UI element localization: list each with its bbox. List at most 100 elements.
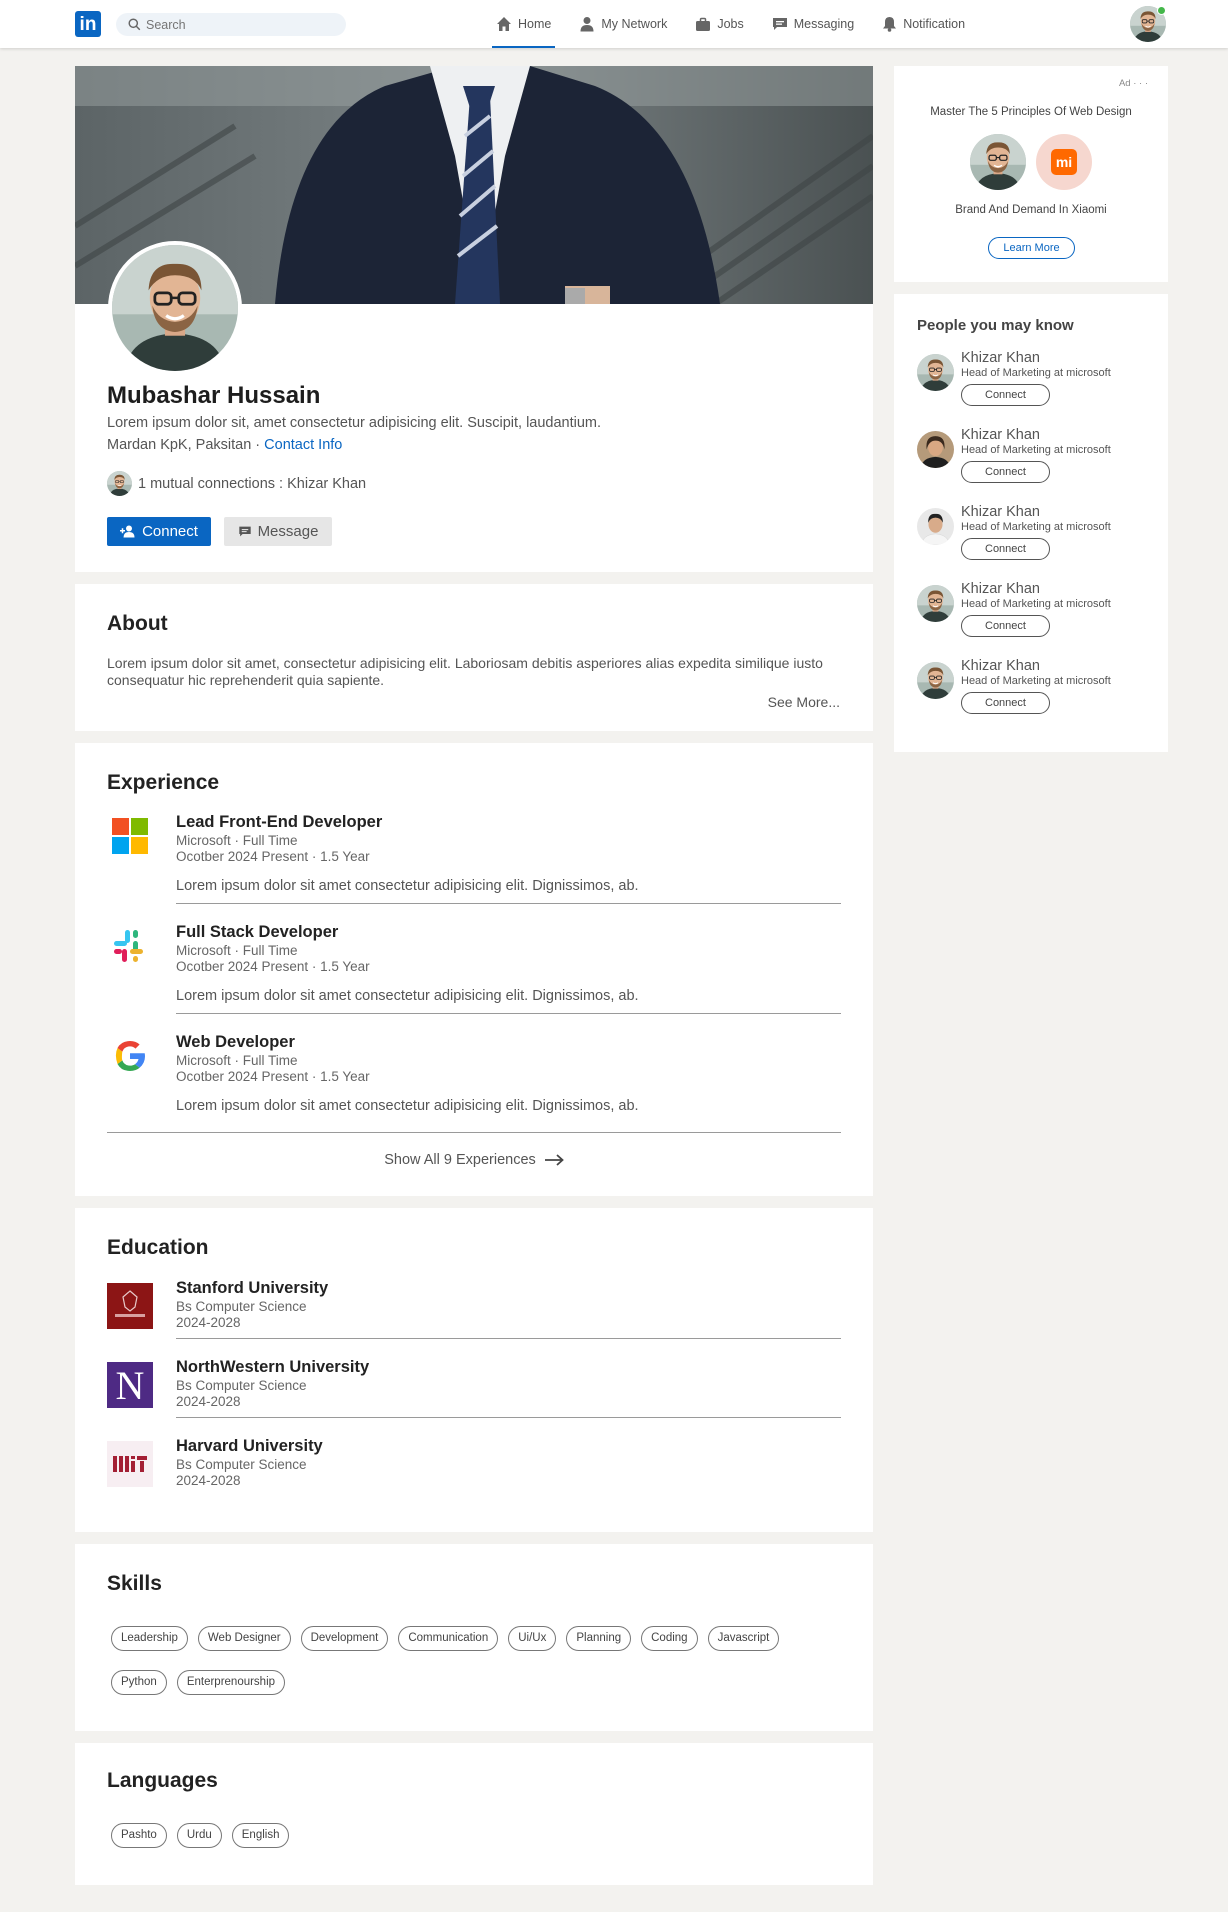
- experience-company: Microsoft · Full Time: [176, 943, 298, 958]
- profile-location: Mardan KpK, Paksitan: [107, 437, 252, 453]
- person-suggestion: Khizar Khan Head of Marketing at microso…: [917, 350, 1157, 414]
- school-name: Stanford University: [176, 1279, 329, 1297]
- skill-pill[interactable]: Javascript: [707, 1626, 780, 1651]
- about-card: About Lorem ipsum dolor sit amet, consec…: [75, 584, 873, 731]
- show-all-experiences-link[interactable]: Show All 9 Experiences: [75, 1152, 873, 1168]
- nav-notification[interactable]: Notification: [882, 0, 965, 48]
- languages-title: Languages: [107, 1769, 218, 1792]
- profile-headline: Lorem ipsum dolor sit, amet consectetur …: [107, 415, 602, 431]
- profile-picture-image: [112, 245, 238, 371]
- education-item[interactable]: N NorthWestern University Bs Computer Sc…: [107, 1358, 841, 1418]
- person-name[interactable]: Khizar Khan: [961, 350, 1040, 366]
- top-navbar: in Home My Network Jobs Messaging Notifi…: [0, 0, 1228, 48]
- degree: Bs Computer Science: [176, 1378, 307, 1393]
- divider: [176, 1013, 841, 1014]
- profile-card: Mubashar Hussain Lorem ipsum dolor sit, …: [75, 66, 873, 572]
- person-suggestion: Khizar Khan Head of Marketing at microso…: [917, 504, 1157, 568]
- search-bar[interactable]: [116, 13, 346, 36]
- years: 2024-2028: [176, 1473, 241, 1488]
- skill-pill[interactable]: Enterprenourship: [176, 1670, 286, 1695]
- stanford-logo: [107, 1283, 153, 1329]
- years: 2024-2028: [176, 1315, 241, 1330]
- person-avatar[interactable]: [917, 508, 954, 545]
- mit-logo: [107, 1441, 153, 1487]
- experience-item[interactable]: Full Stack Developer Microsoft · Full Ti…: [107, 923, 841, 1023]
- search-icon: [128, 18, 141, 31]
- connect-button[interactable]: Connect: [107, 517, 211, 546]
- bell-icon: [883, 17, 897, 32]
- arrow-right-icon: [544, 1154, 564, 1166]
- person-suggestion: Khizar Khan Head of Marketing at microso…: [917, 658, 1157, 722]
- skill-pill[interactable]: Python: [111, 1670, 167, 1695]
- experience-dates: Ocotber 2024 Present · 1.5 Year: [176, 849, 370, 864]
- ad-title: Master The 5 Principles Of Web Design: [930, 106, 1132, 118]
- contact-info-link[interactable]: Contact Info: [264, 437, 342, 453]
- linkedin-logo[interactable]: in: [75, 11, 101, 37]
- person-name[interactable]: Khizar Khan: [961, 427, 1040, 443]
- connect-button-label: Connect: [142, 523, 198, 540]
- skill-pill[interactable]: Coding: [641, 1626, 698, 1651]
- years: 2024-2028: [176, 1394, 241, 1409]
- language-pill[interactable]: Urdu: [176, 1823, 222, 1848]
- nav-messaging[interactable]: Messaging: [772, 0, 854, 48]
- experience-description: Lorem ipsum dolor sit amet consectetur a…: [176, 988, 639, 1004]
- divider: [176, 1338, 841, 1339]
- language-pill[interactable]: Pashto: [111, 1823, 167, 1848]
- skill-pill[interactable]: Web Designer: [197, 1626, 291, 1651]
- nav-jobs[interactable]: Jobs: [695, 0, 744, 48]
- search-input[interactable]: [146, 13, 336, 36]
- profile-name: Mubashar Hussain: [107, 382, 321, 409]
- skill-pill[interactable]: Ui/Ux: [508, 1626, 557, 1651]
- education-card: Education Stanford University Bs Compute…: [75, 1208, 873, 1532]
- languages-list: Pashto Urdu English: [111, 1823, 299, 1848]
- briefcase-icon: [696, 17, 711, 31]
- experience-title-text: Lead Front-End Developer: [176, 813, 383, 831]
- degree: Bs Computer Science: [176, 1299, 307, 1314]
- experience-dates: Ocotber 2024 Present · 1.5 Year: [176, 1069, 370, 1084]
- profile-picture[interactable]: [108, 241, 242, 375]
- see-more-link[interactable]: See More...: [768, 694, 840, 710]
- person-connect-button[interactable]: Connect: [961, 461, 1050, 483]
- people-you-may-know-card: People you may know Khizar Khan Head of …: [894, 294, 1168, 752]
- add-person-icon: [120, 525, 135, 538]
- language-pill[interactable]: English: [231, 1823, 290, 1848]
- nav-my-network[interactable]: My Network: [579, 0, 667, 48]
- network-icon: [580, 17, 594, 32]
- skill-pill[interactable]: Planning: [566, 1626, 632, 1651]
- person-name[interactable]: Khizar Khan: [961, 504, 1040, 520]
- location-separator: ·: [251, 437, 265, 453]
- svg-text:N: N: [116, 1363, 145, 1408]
- skill-pill[interactable]: Development: [300, 1626, 389, 1651]
- experience-item[interactable]: Lead Front-End Developer Microsoft · Ful…: [107, 813, 841, 913]
- skills-list: Leadership Web Designer Development Communi…: [111, 1626, 851, 1695]
- skill-pill[interactable]: Leadership: [111, 1626, 188, 1651]
- profile-location-line: Mardan KpK, Paksitan · Contact Info: [107, 437, 342, 453]
- languages-card: Languages Pashto Urdu English: [75, 1743, 873, 1885]
- mutual-connections[interactable]: 1 mutual connections : Khizar Khan: [107, 471, 366, 496]
- person-avatar[interactable]: [917, 585, 954, 622]
- person-title: Head of Marketing at microsoft: [961, 367, 1111, 379]
- xiaomi-logo: mi: [1036, 134, 1092, 190]
- experience-dates: Ocotber 2024 Present · 1.5 Year: [176, 959, 370, 974]
- experience-item[interactable]: Web Developer Microsoft · Full Time Ocot…: [107, 1033, 841, 1133]
- person-connect-button[interactable]: Connect: [961, 384, 1050, 406]
- person-connect-button[interactable]: Connect: [961, 692, 1050, 714]
- skill-pill[interactable]: Communication: [398, 1626, 499, 1651]
- experience-card: Experience Lead Front-End Developer Micr…: [75, 743, 873, 1196]
- person-avatar[interactable]: [917, 354, 954, 391]
- person-title: Head of Marketing at microsoft: [961, 675, 1111, 687]
- person-name[interactable]: Khizar Khan: [961, 658, 1040, 674]
- person-avatar[interactable]: [917, 662, 954, 699]
- person-connect-button[interactable]: Connect: [961, 615, 1050, 637]
- message-button[interactable]: Message: [224, 517, 332, 546]
- northwestern-logo: N: [107, 1362, 153, 1408]
- education-item[interactable]: Harvard University Bs Computer Science 2…: [107, 1437, 841, 1497]
- nav-notification-label: Notification: [903, 17, 966, 31]
- education-item[interactable]: Stanford University Bs Computer Science …: [107, 1279, 841, 1339]
- person-title: Head of Marketing at microsoft: [961, 521, 1111, 533]
- person-connect-button[interactable]: Connect: [961, 538, 1050, 560]
- nav-home[interactable]: Home: [491, 0, 556, 48]
- person-avatar[interactable]: [917, 431, 954, 468]
- learn-more-button[interactable]: Learn More: [988, 237, 1075, 259]
- person-name[interactable]: Khizar Khan: [961, 581, 1040, 597]
